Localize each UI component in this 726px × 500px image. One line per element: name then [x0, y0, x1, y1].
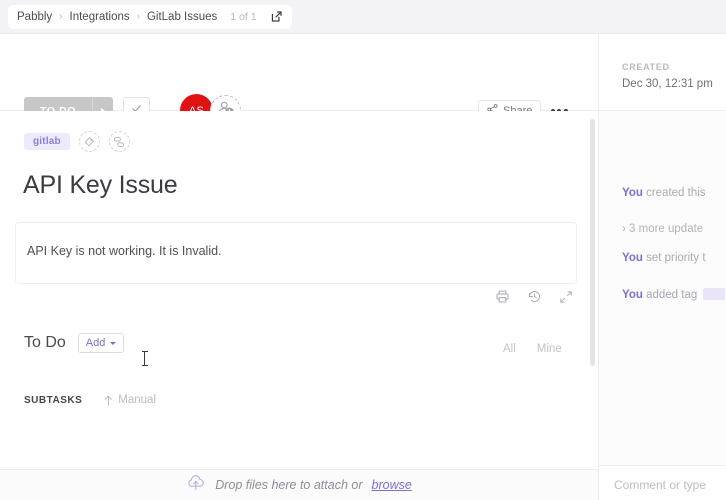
- link-icon: [114, 136, 125, 147]
- activity-text: created this: [646, 187, 706, 199]
- breadcrumb-item-integrations[interactable]: Integrations: [70, 11, 130, 23]
- breadcrumb: Pabbly › Integrations › GitLab Issues 1 …: [8, 4, 292, 29]
- print-icon[interactable]: [495, 289, 510, 309]
- comment-bar[interactable]: Comment or type: [599, 469, 726, 500]
- activity-text: › 3 more update: [622, 223, 704, 235]
- cloud-upload-icon: [186, 474, 206, 496]
- subtasks-header: SUBTASKS Manual: [24, 394, 156, 406]
- add-tag-button[interactable]: [78, 131, 100, 152]
- subtasks-sort-control[interactable]: Manual: [104, 394, 156, 406]
- history-icon[interactable]: [527, 289, 542, 309]
- created-value: Dec 30, 12:31 pm: [622, 78, 713, 90]
- activity-actor: You: [622, 252, 643, 264]
- todo-filters: All Mine: [503, 343, 562, 355]
- filter-all[interactable]: All: [503, 343, 516, 355]
- attachment-dropzone[interactable]: Drop files here to attach or browse: [0, 469, 598, 500]
- description-actions: [495, 289, 573, 309]
- breadcrumb-count: 1 of 1: [230, 10, 257, 23]
- page-title[interactable]: API Key Issue: [23, 171, 178, 200]
- task-toolbar: TO DO AS: [0, 34, 598, 127]
- tag-row: gitlab: [24, 131, 130, 152]
- task-description-box[interactable]: API Key is not working. It is Invalid.: [15, 222, 577, 284]
- breadcrumb-bar: Pabbly › Integrations › GitLab Issues 1 …: [0, 0, 726, 34]
- task-detail-page: Pabbly › Integrations › GitLab Issues 1 …: [0, 0, 726, 500]
- breadcrumb-item-gitlab-issues[interactable]: GitLab Issues: [147, 11, 217, 23]
- activity-text: set priority t: [646, 252, 706, 264]
- main-scrollbar-thumb[interactable]: [590, 119, 595, 366]
- add-subtask-button[interactable]: Add: [77, 333, 125, 353]
- activity-tag-badge: [703, 288, 726, 300]
- chevron-down-icon: [110, 341, 117, 345]
- subtasks-label: SUBTASKS: [24, 394, 83, 406]
- activity-item[interactable]: You created this: [622, 187, 706, 199]
- add-button-label: Add: [85, 337, 106, 349]
- created-label: CREATED: [622, 62, 670, 72]
- comment-input[interactable]: Comment or type: [614, 478, 706, 492]
- browse-link[interactable]: browse: [372, 478, 412, 492]
- sort-label: Manual: [118, 394, 156, 406]
- add-link-button[interactable]: [108, 131, 130, 152]
- task-description: API Key is not working. It is Invalid.: [27, 244, 222, 258]
- expand-icon[interactable]: [559, 290, 573, 309]
- tag-icon: [85, 136, 95, 146]
- activity-item[interactable]: You added tag: [622, 288, 726, 301]
- activity-actor: You: [622, 289, 643, 301]
- export-icon[interactable]: [270, 10, 283, 23]
- activity-panel: CREATED Dec 30, 12:31 pm You created thi…: [598, 34, 726, 500]
- todo-title: To Do: [24, 334, 66, 351]
- activity-more-updates[interactable]: › 3 more update: [622, 223, 703, 235]
- todo-section-header: To Do Add: [24, 333, 125, 353]
- task-body: gitlab API Key Issue API Key is not work…: [0, 111, 590, 469]
- breadcrumb-item-pabbly[interactable]: Pabbly: [17, 11, 52, 23]
- activity-text: added tag: [646, 289, 698, 301]
- task-tag[interactable]: gitlab: [24, 133, 70, 150]
- activity-actor: You: [622, 187, 643, 199]
- text-cursor: [141, 351, 148, 366]
- created-section: CREATED Dec 30, 12:31 pm: [599, 34, 726, 111]
- arrow-up-icon: [105, 395, 113, 405]
- activity-item[interactable]: You set priority t: [622, 252, 706, 264]
- activity-feed: You created this › 3 more update You set…: [599, 111, 726, 466]
- dropzone-text: Drop files here to attach or: [215, 478, 363, 492]
- breadcrumb-separator: ›: [136, 10, 140, 22]
- breadcrumb-separator: ›: [59, 10, 63, 22]
- filter-mine[interactable]: Mine: [537, 343, 562, 355]
